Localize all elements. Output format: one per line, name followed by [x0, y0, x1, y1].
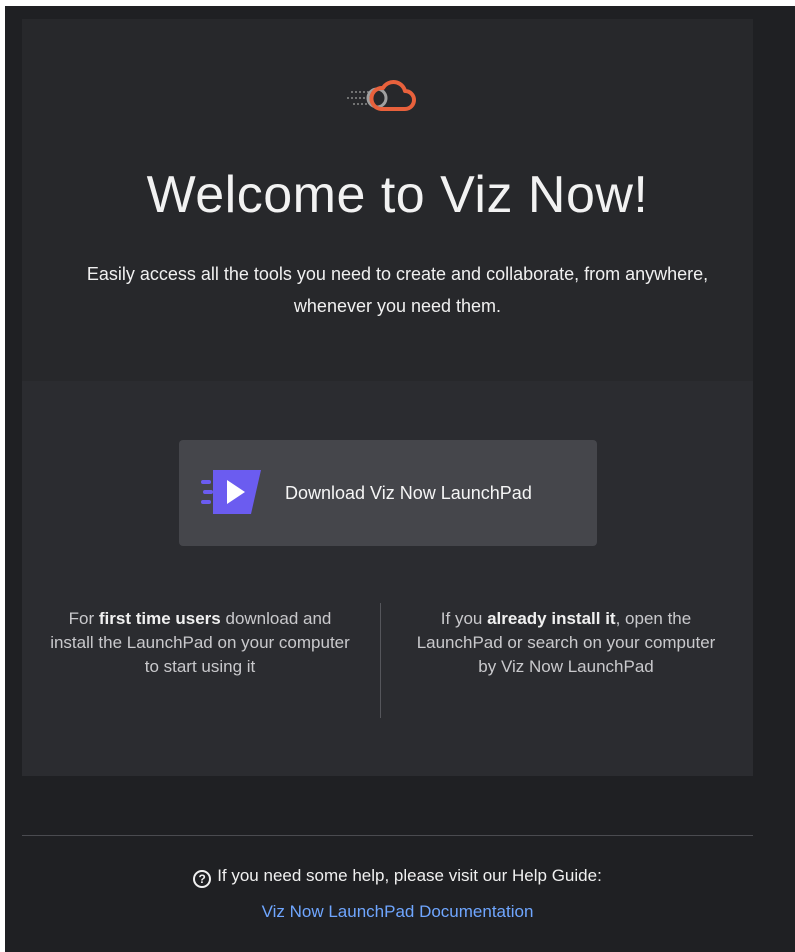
help-text: If you need some help, please visit our … — [217, 866, 602, 885]
existing-users-info: If you already install it, open the Laun… — [416, 607, 716, 679]
info-left-prefix: For — [68, 609, 99, 628]
help-row: ? If you need some help, please visit our… — [0, 864, 795, 888]
download-launchpad-button[interactable]: Download Viz Now LaunchPad — [179, 440, 597, 546]
question-circle-icon: ? — [193, 870, 212, 888]
first-time-users-info: For first time users download and instal… — [50, 607, 350, 679]
info-left-emphasis: first time users — [98, 609, 221, 628]
footer-divider — [22, 835, 753, 836]
page-subtitle: Easily access all the tools you need to … — [86, 264, 709, 316]
info-right-prefix: If you — [440, 609, 488, 628]
documentation-link[interactable]: Viz Now LaunchPad Documentation — [0, 900, 795, 924]
viz-now-cloud-icon — [347, 80, 416, 111]
info-right-emphasis: already install it — [487, 609, 616, 628]
page-title: Welcome to Viz Now! — [146, 166, 649, 224]
launchpad-icon — [201, 470, 261, 514]
download-button-label: Download Viz Now LaunchPad — [285, 483, 532, 503]
info-divider — [380, 603, 381, 718]
